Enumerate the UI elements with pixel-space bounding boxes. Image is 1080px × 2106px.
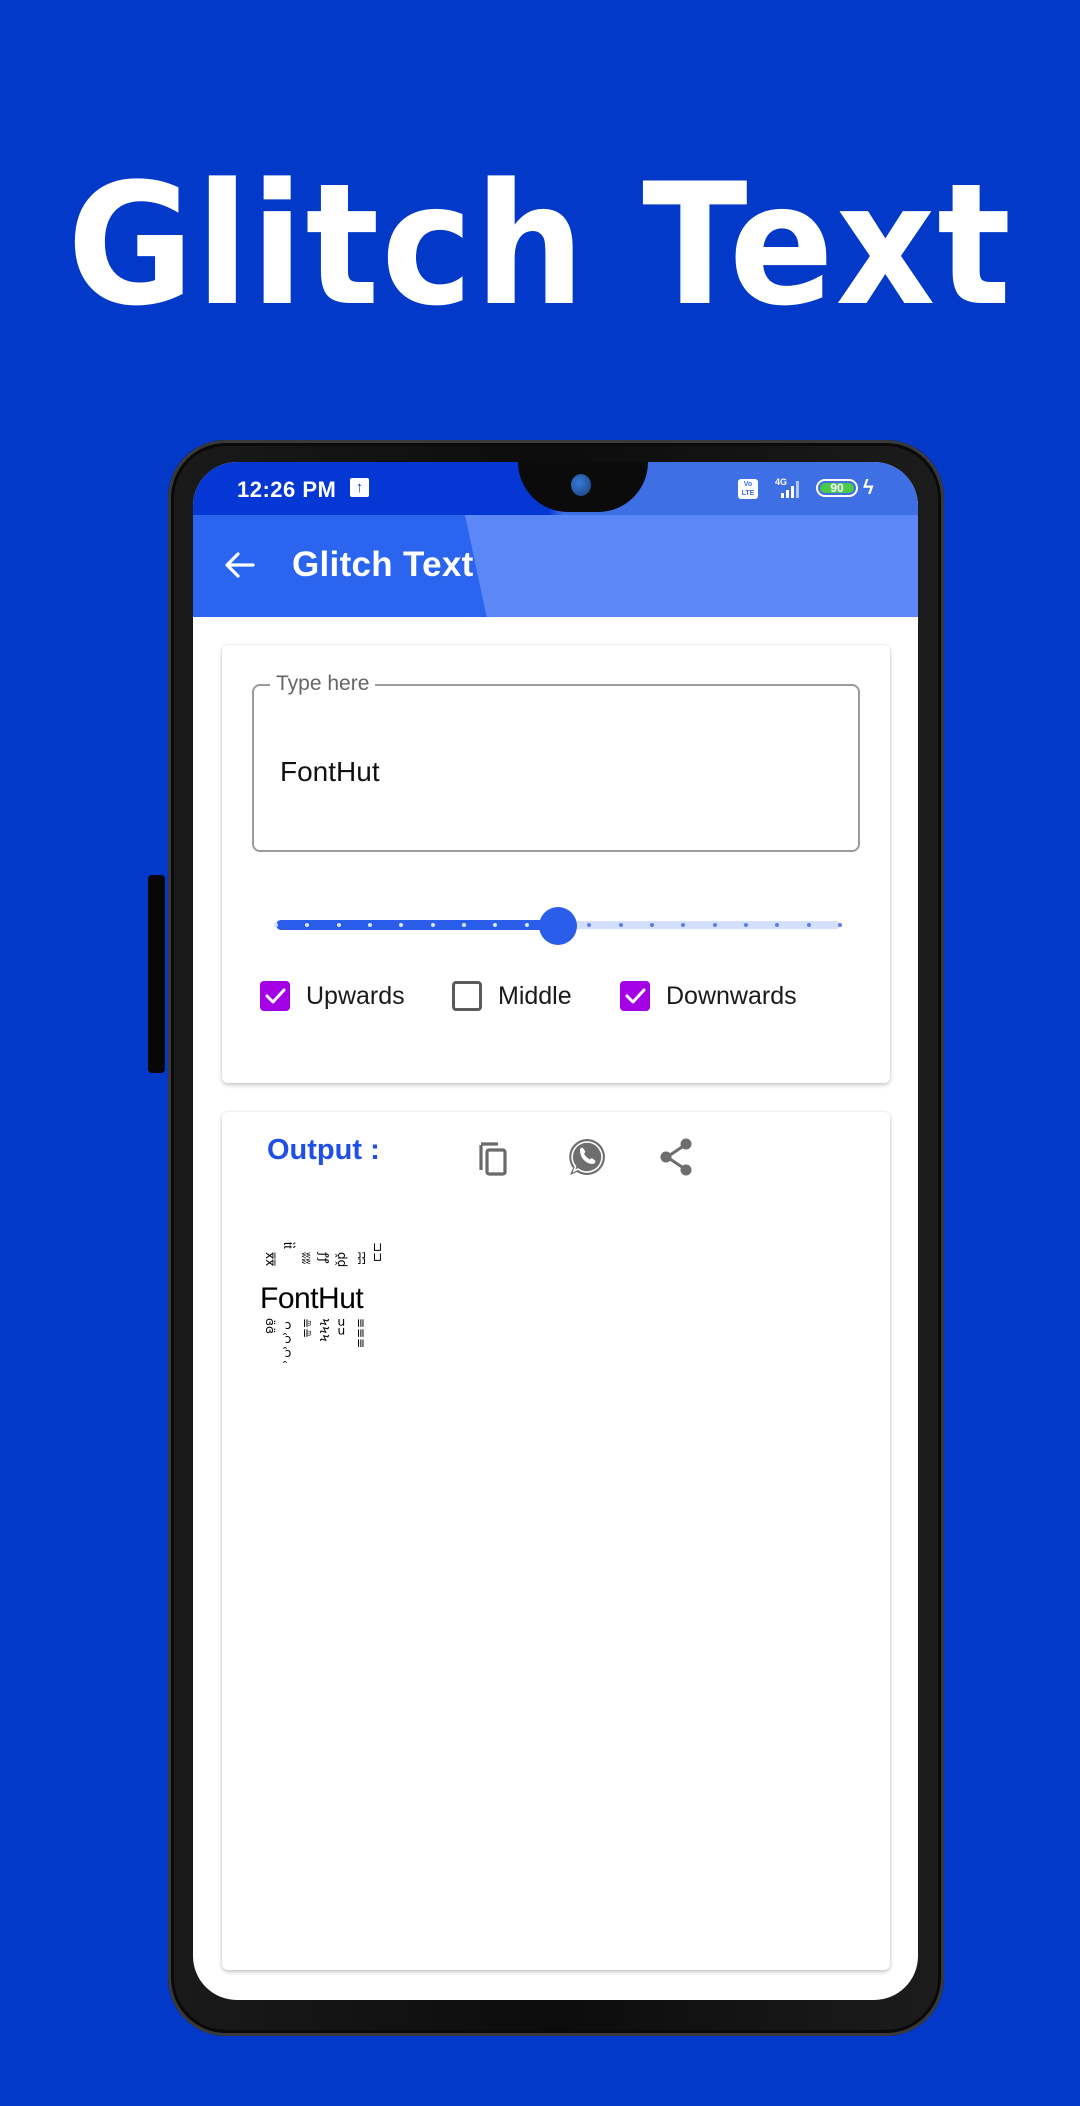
glitch-mark-above: ꝭꝭ [317, 1252, 331, 1264]
glitch-mark-above: ḓḓ [335, 1252, 349, 1268]
slider-tick [274, 923, 278, 927]
checkmark-icon [625, 988, 646, 1004]
glitch-mark-below: ≞≞ [299, 1318, 313, 1339]
volte-icon: Vo LTE [738, 479, 758, 499]
status-time: 12:26 PM [237, 477, 337, 502]
input-legend: Type here [270, 672, 376, 696]
front-camera [571, 474, 591, 496]
status-bar: 12:26 PM ↑ Vo LTE 4G 90 ϟ [193, 462, 918, 515]
checkmark-icon [265, 988, 286, 1004]
slider-track-active [276, 920, 558, 930]
checkbox-downwards[interactable] [620, 981, 650, 1011]
arrow-left-icon[interactable] [223, 548, 257, 582]
whatsapp-icon[interactable] [564, 1134, 610, 1180]
slider-tick [336, 923, 341, 927]
glitch-mark-above: x̿x̿ [263, 1252, 277, 1267]
slider-tick [712, 923, 717, 927]
glitch-mark-below: ≡≡≡ [354, 1318, 368, 1349]
slider-tick [524, 923, 529, 927]
glitch-intensity-slider[interactable] [274, 907, 842, 945]
slider-thumb[interactable] [539, 907, 577, 945]
phone-screen: 12:26 PM ↑ Vo LTE 4G 90 ϟ Glitch Text Ty… [193, 462, 918, 2000]
input-card: Type here Upwards Middle [222, 645, 890, 1083]
slider-tick [650, 923, 654, 927]
phone-side-button [148, 875, 165, 1073]
checkbox-upwards[interactable] [260, 981, 290, 1011]
signal-strength-icon: 4G [775, 477, 799, 498]
option-label: Middle [498, 982, 572, 1010]
output-card: Output : FontHut x̿x̿ ṫ͛ṫ͛ ʬʬ ꝭꝭ ḓḓ ʭʭ ⊐… [222, 1112, 890, 1970]
glitch-output-text[interactable]: FontHut x̿x̿ ṫ͛ṫ͛ ʬʬ ꝭꝭ ḓḓ ʭʭ ⊐⊐ ɞ̈ɞ̈ ↄ̑ↄ̑ↄ̑ ≞≞ ϞϞ… [260, 1242, 400, 1362]
slider-tick [806, 923, 811, 927]
glitch-mark-above: ʭʭ [354, 1252, 368, 1265]
app-bar-shade [465, 515, 918, 617]
glitch-mark-above: ʬʬ [299, 1252, 313, 1265]
slider-tick [462, 923, 466, 927]
battery-level: 90 [820, 482, 854, 494]
app-bar: Glitch Text [193, 515, 918, 617]
glitch-mark-below: ↄ̑ↄ̑ↄ̑ [281, 1318, 295, 1360]
option-label: Upwards [306, 982, 405, 1010]
output-label: Output : [267, 1134, 380, 1166]
checkbox-middle[interactable] [452, 981, 482, 1011]
glitch-direction-options: Upwards Middle Downwards [260, 978, 860, 1018]
glitch-mark-below: ɞ̈ɞ̈ [263, 1318, 277, 1334]
slider-tick [368, 923, 372, 927]
text-input-field[interactable]: Type here [252, 672, 860, 852]
glitch-output-base: FontHut [260, 1282, 364, 1315]
svg-text:4G: 4G [775, 477, 787, 487]
copy-icon[interactable] [472, 1134, 518, 1180]
glitch-mark-below: ϞϞϞ [317, 1318, 331, 1342]
slider-tick [618, 923, 623, 927]
slider-tick [744, 923, 748, 927]
text-input[interactable] [280, 756, 840, 788]
glitch-mark-above: ⊐⊐ [371, 1242, 385, 1263]
glitch-mark-above: ṫ͛ṫ͛ [281, 1242, 295, 1249]
app-title: Glitch Text [292, 545, 474, 584]
option-label: Downwards [666, 982, 797, 1010]
promo-headline: Glitch Text [67, 147, 1013, 343]
phone-frame: 12:26 PM ↑ Vo LTE 4G 90 ϟ Glitch Text Ty… [168, 440, 944, 2036]
charging-bolt-icon: ϟ [863, 477, 874, 499]
share-icon[interactable] [654, 1134, 700, 1180]
glitch-mark-below: ᴝᴝ [335, 1318, 349, 1336]
slider-tick [430, 923, 435, 927]
upload-arrow-icon: ↑ [350, 478, 369, 497]
slider-tick [838, 923, 842, 927]
battery-icon: 90 [816, 479, 858, 497]
